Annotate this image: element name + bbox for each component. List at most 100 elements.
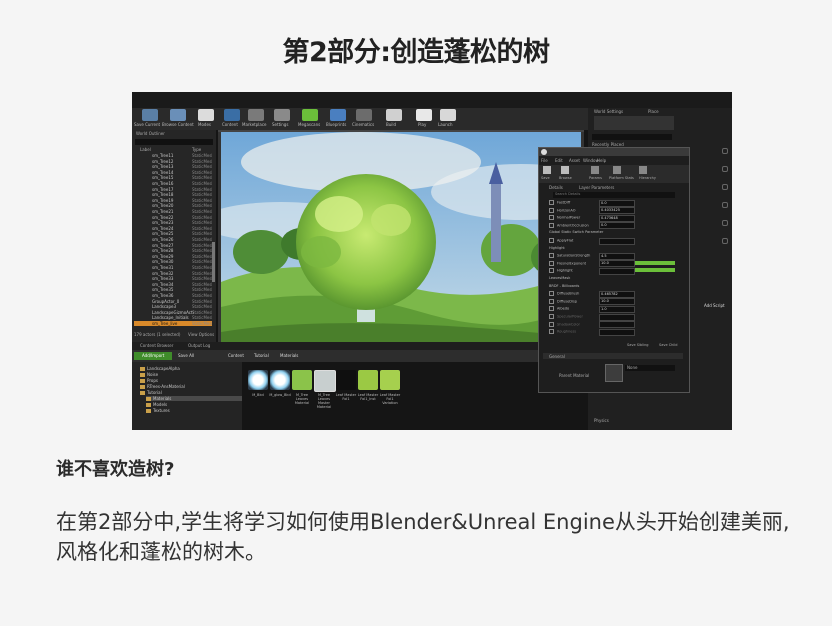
param-checkbox[interactable] (549, 306, 554, 312)
outliner-row[interactable]: sm_Tree13 StaticMeshA (134, 164, 212, 169)
folder-item[interactable]: Models (146, 402, 167, 407)
browse-icon[interactable] (170, 109, 186, 121)
param-row[interactable]: FresnelExponent (549, 260, 586, 266)
outliner-row[interactable]: sm_Tree18 StaticMeshA (134, 192, 212, 197)
outliner-row[interactable]: sm_Tree16 StaticMeshA (134, 181, 212, 186)
material-thumbnail[interactable] (380, 370, 400, 390)
param-checkbox[interactable] (549, 215, 554, 221)
param-row[interactable]: FastDiff (549, 200, 570, 205)
tab-output-log[interactable]: Output Log (188, 343, 210, 348)
menu-item[interactable]: Asset (569, 158, 580, 163)
material-thumbnail[interactable] (292, 370, 312, 390)
outliner-row[interactable]: sm_Tree_live StaticMeshA (134, 321, 212, 326)
outliner-row[interactable]: sm_Tree30 StaticMeshA (134, 259, 212, 264)
tab-place[interactable]: Place (648, 109, 659, 114)
outliner-col-label[interactable]: Label (140, 147, 151, 152)
outliner-row[interactable]: sm_Tree19 StaticMeshA (134, 198, 212, 203)
param-checkbox[interactable] (549, 253, 554, 259)
param-row[interactable]: Albedo (549, 306, 569, 312)
param-row[interactable]: SaturationStrength (549, 253, 590, 259)
param-row[interactable]: ShadowColor (549, 321, 580, 327)
param-value-field[interactable]: 1.0 (599, 305, 635, 313)
browse-icon[interactable] (561, 166, 569, 174)
search-details-input[interactable]: Search Details (553, 192, 675, 198)
content-icon[interactable] (224, 109, 240, 121)
save-icon[interactable] (142, 109, 158, 121)
outliner-row[interactable]: sm_Tree29 StaticMeshA (134, 254, 212, 259)
outliner-search[interactable] (135, 139, 213, 145)
folder-item[interactable]: Props (140, 378, 158, 383)
view-options-button[interactable]: View Options (188, 332, 214, 337)
folder-item[interactable]: Textures (146, 408, 170, 413)
param-value-field[interactable] (599, 267, 635, 275)
outliner-row[interactable]: sm_Tree21 StaticMeshA (134, 209, 212, 214)
param-group-header[interactable]: Highlight (549, 246, 565, 251)
params-icon[interactable] (591, 166, 599, 174)
folder-item[interactable]: Materials (146, 396, 242, 401)
param-row[interactable]: DiffuseBrush (549, 291, 579, 297)
param-checkbox[interactable] (549, 321, 554, 327)
folder-item[interactable]: LandscapeAlpha (140, 366, 180, 371)
param-checkbox[interactable] (549, 291, 554, 297)
material-thumbnail[interactable] (314, 370, 336, 392)
add-script-button[interactable]: Add Script (704, 303, 725, 308)
outliner-row[interactable]: sm_Tree20 StaticMeshA (134, 203, 212, 208)
folder-item[interactable]: Tutorial (140, 390, 162, 395)
outliner-row[interactable]: sm_Tree11 StaticMeshA (134, 153, 212, 158)
outliner-scrollbar[interactable] (212, 242, 215, 282)
save-sibling-button[interactable]: Save Sibling (627, 343, 649, 347)
outliner-row[interactable]: Landscape3 StaticMeshA (134, 304, 212, 309)
hierarchy-icon[interactable] (639, 166, 647, 174)
param-value-field[interactable]: 0.0 (599, 199, 635, 207)
material-thumbnail[interactable] (248, 370, 268, 390)
menu-item[interactable]: Help (597, 158, 606, 163)
param-value-field[interactable] (599, 328, 635, 336)
param-checkbox[interactable] (549, 207, 554, 213)
param-value-field[interactable]: 0.465782 (599, 290, 635, 298)
param-value-field[interactable]: 10.0 (599, 260, 635, 268)
folder-item[interactable]: Noise (140, 372, 158, 377)
save-icon[interactable] (543, 166, 551, 174)
param-checkbox[interactable] (549, 298, 554, 304)
outliner-row[interactable]: sm_Tree35 StaticMeshA (134, 287, 212, 292)
outliner-row[interactable]: sm_Tree25 StaticMeshA (134, 231, 212, 236)
param-row[interactable]: NormalPower (549, 215, 580, 221)
menu-item[interactable]: Edit (555, 158, 563, 163)
tab-layer-parameters[interactable]: Layer Parameters (579, 185, 614, 190)
param-value-field[interactable]: 0.473648 (599, 214, 635, 222)
add-import-button[interactable]: Add/Import (134, 352, 172, 360)
outliner-row[interactable]: Landscape_InitialsStaticMeshA (134, 315, 212, 320)
place-search[interactable] (592, 134, 672, 140)
general-section[interactable]: General (549, 354, 565, 359)
param-checkbox[interactable] (549, 200, 554, 205)
param-checkbox[interactable] (549, 222, 554, 228)
param-color-swatch[interactable] (635, 268, 675, 273)
outliner-row[interactable]: sm_Tree24 StaticMeshA (134, 226, 212, 231)
outliner-row[interactable]: sm_Tree27 StaticMeshA (134, 243, 212, 248)
outliner-row[interactable]: sm_Tree28 StaticMeshA (134, 248, 212, 253)
tab-world-settings[interactable]: World Settings (594, 109, 623, 114)
save-all-button[interactable]: Save All (178, 353, 194, 358)
param-color-swatch[interactable] (635, 260, 675, 265)
tab-details[interactable]: Details (549, 185, 563, 190)
outliner-row[interactable]: sm_Tree15 StaticMeshA (134, 175, 212, 180)
parent-material-thumbnail[interactable] (605, 364, 623, 382)
param-value-field[interactable] (599, 313, 635, 321)
folder-item[interactable]: RTrees-AnsMaterial (140, 384, 185, 389)
param-value-field[interactable] (599, 237, 635, 245)
param-value-field[interactable] (599, 321, 635, 329)
place-mode-icons[interactable] (594, 116, 674, 130)
param-row[interactable]: SpecularPower (549, 314, 583, 319)
save-child-button[interactable]: Save Child (659, 343, 678, 347)
param-group-header[interactable]: BRDF - Billboards (549, 284, 579, 289)
outliner-row[interactable]: sm_Tree34 StaticMeshA (134, 282, 212, 287)
tab-content-browser[interactable]: Content Browser (140, 343, 173, 348)
outliner-row[interactable]: LandscapeGizmoActiStaticMeshA (134, 310, 212, 315)
material-thumbnail[interactable] (336, 370, 356, 390)
param-value-field[interactable]: 0.4033425 (599, 207, 635, 215)
param-group-header[interactable]: Global Static Switch Parameter (549, 230, 603, 235)
parent-material-dropdown[interactable]: None (625, 365, 675, 371)
param-checkbox[interactable] (549, 260, 554, 266)
platform-stats-icon[interactable] (613, 166, 621, 174)
outliner-row[interactable]: sm_Tree23 StaticMeshA (134, 220, 212, 225)
